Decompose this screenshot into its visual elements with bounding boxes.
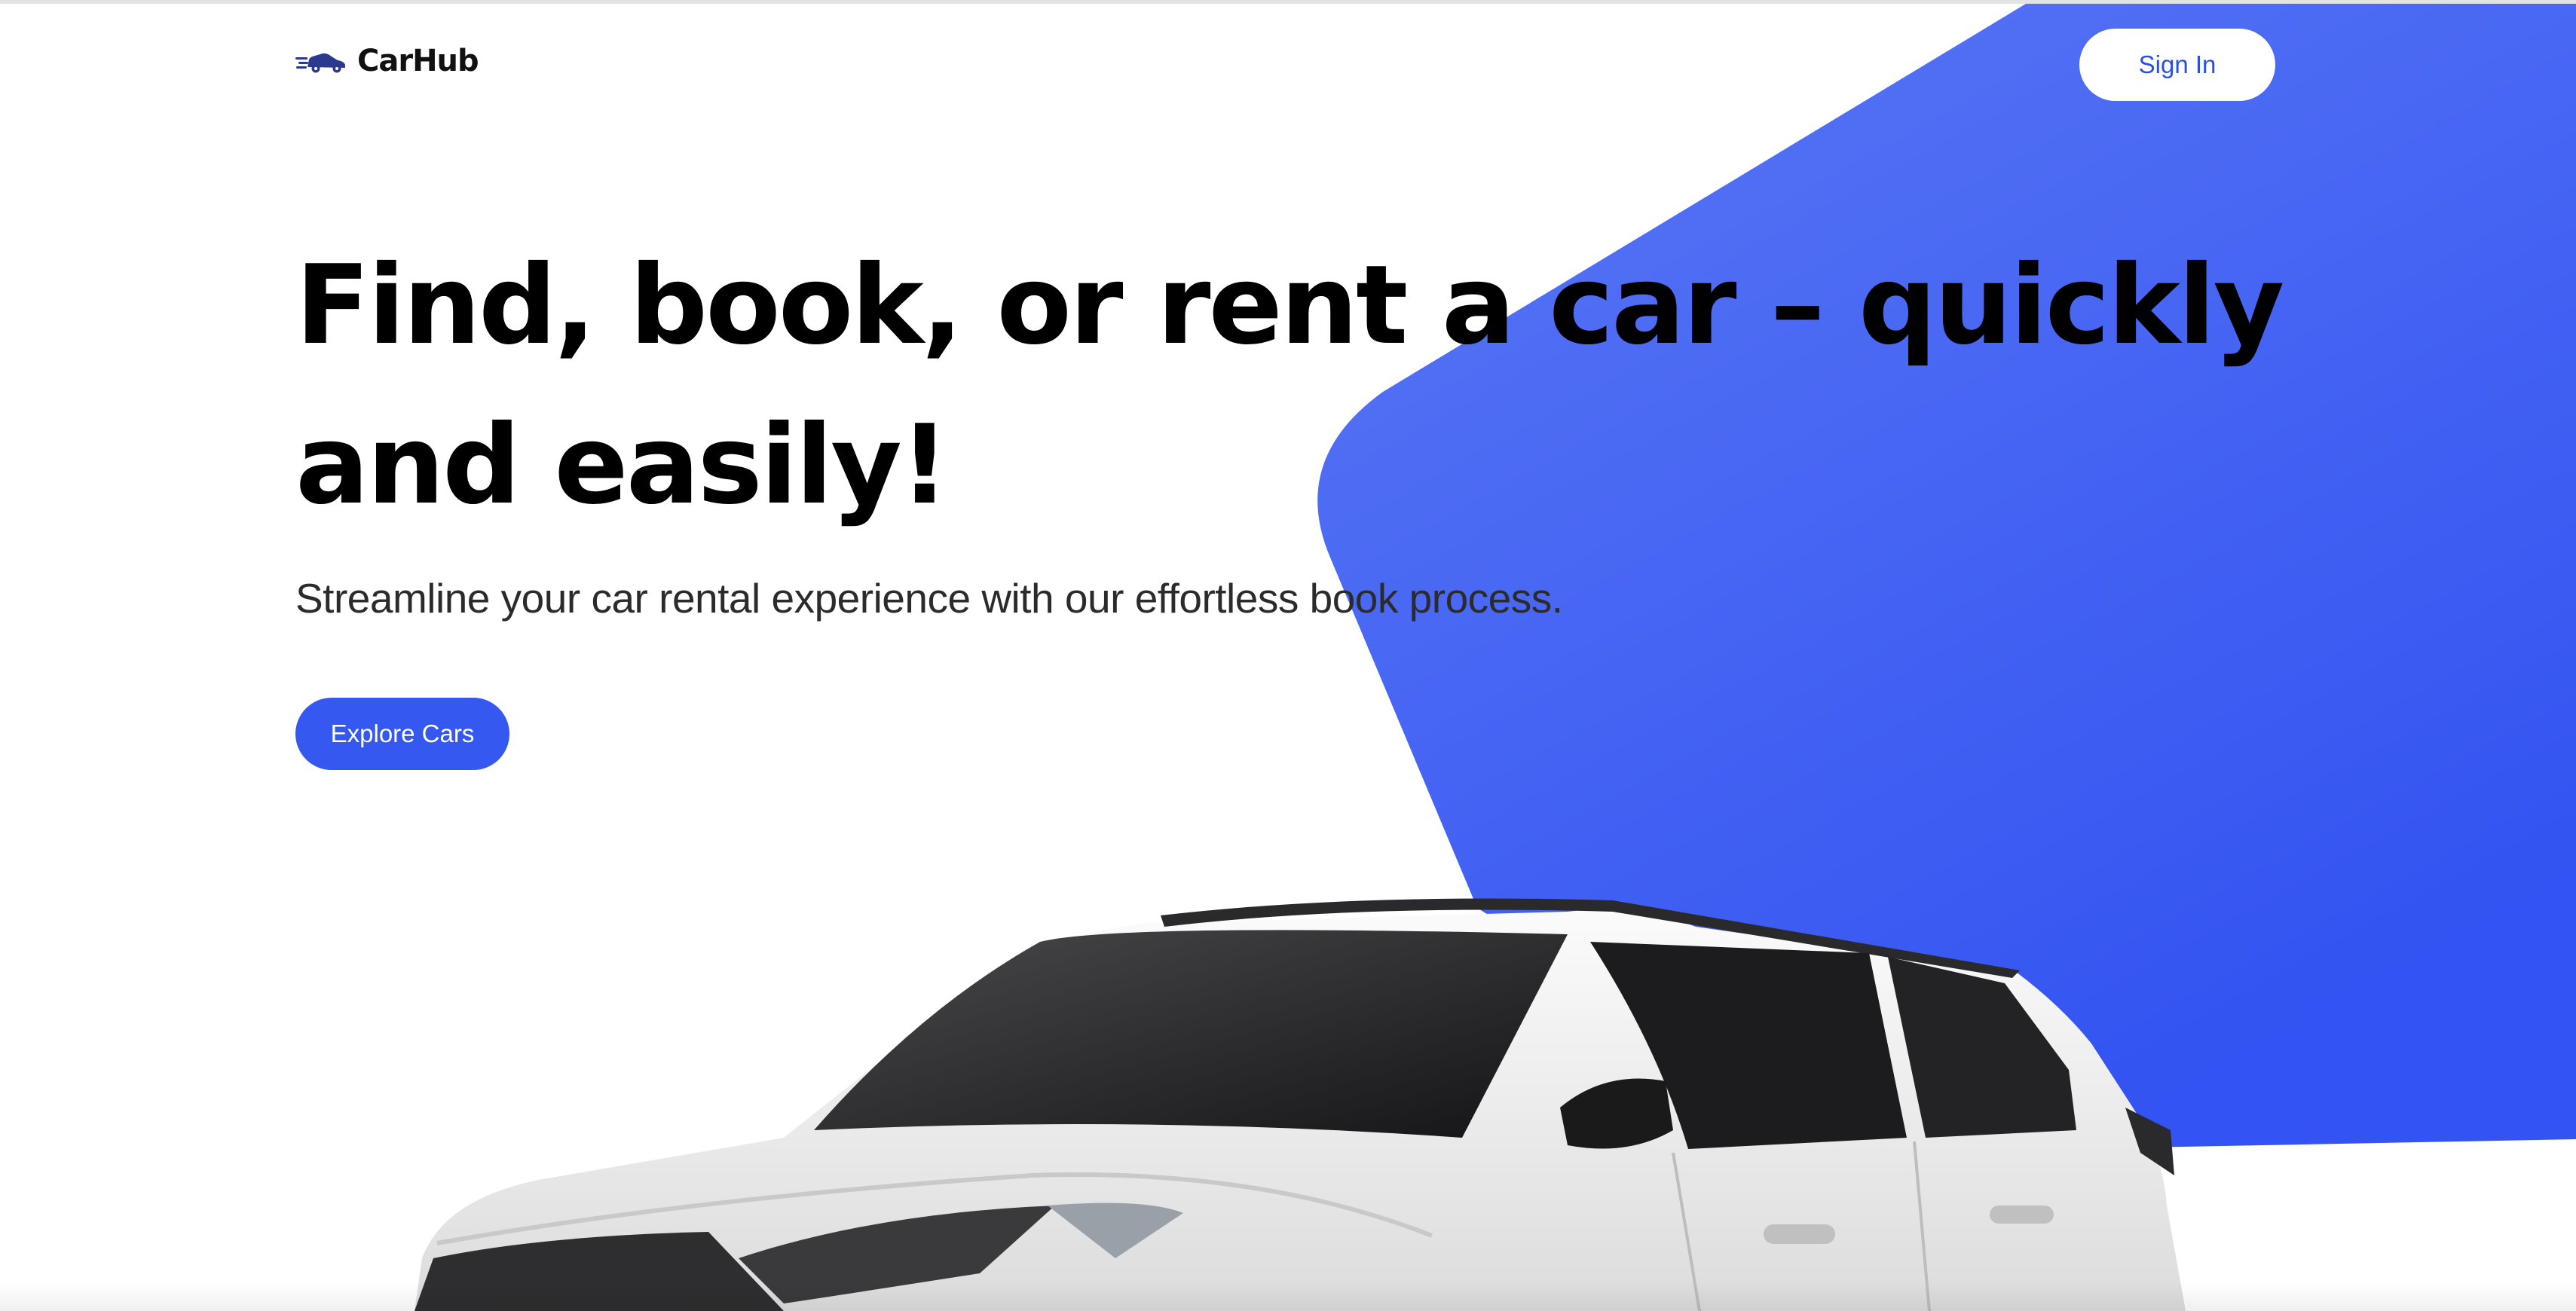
hero-section: Find, book, or rent a car – quickly and …: [295, 226, 2330, 770]
hero-subtitle: Streamline your car rental experience wi…: [295, 575, 1563, 622]
car-speed-icon: [295, 53, 345, 73]
sign-in-button[interactable]: Sign In: [2079, 29, 2275, 101]
bottom-fade: [0, 1281, 2576, 1311]
logo-link[interactable]: CarHub: [295, 44, 479, 78]
navbar: CarHub Sign In: [0, 0, 2576, 132]
browser-top-border: [0, 0, 2576, 4]
white-suv-image: [415, 898, 2186, 1311]
explore-cars-button[interactable]: Explore Cars: [295, 698, 509, 770]
brand-name: CarHub: [357, 44, 479, 78]
hero-title: Find, book, or rent a car – quickly and …: [295, 242, 2284, 529]
